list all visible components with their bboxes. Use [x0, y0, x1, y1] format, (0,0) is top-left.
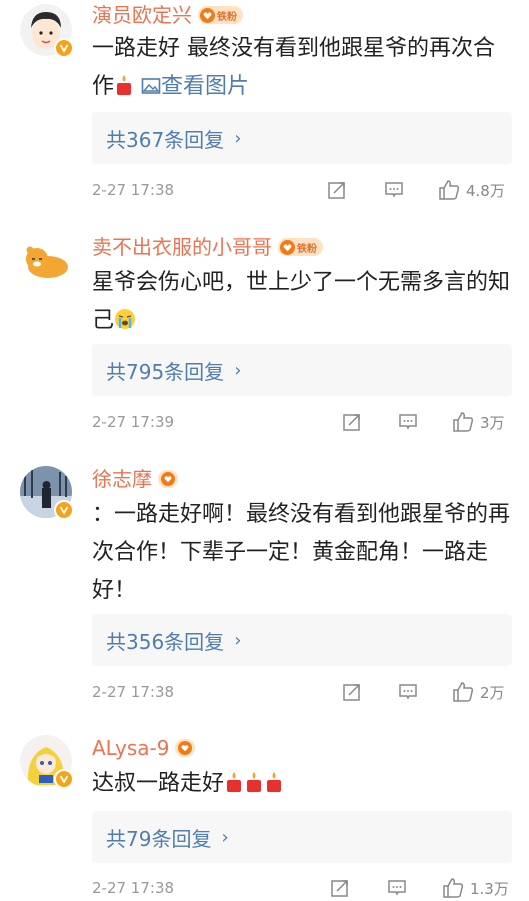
avatar[interactable]: [20, 4, 74, 58]
avatar[interactable]: [20, 234, 72, 286]
like-count: 4.8万: [466, 181, 505, 200]
reply-count-button[interactable]: 共356条回复 ›: [92, 614, 512, 666]
comment-text: 达叔一路走好: [92, 765, 512, 803]
share-button[interactable]: [330, 878, 350, 898]
like-button[interactable]: 1.3万: [442, 877, 509, 899]
fan-badge: [175, 739, 196, 757]
timestamp: 2-27 17:39: [92, 413, 175, 431]
comment-item: 卖不出衣服的小哥哥 铁粉 星爷会伤心吧，世上少了一个无需多言的知己 共795条回…: [0, 232, 529, 447]
candle-emoji: [224, 768, 244, 792]
chevron-right-icon: ›: [234, 359, 242, 381]
fan-badge: 铁粉: [278, 238, 323, 256]
chevron-right-icon: ›: [234, 629, 242, 651]
comment-button[interactable]: [398, 412, 418, 432]
comment-icon: [399, 684, 417, 700]
thumbs-up-icon: [439, 180, 460, 200]
share-icon: [328, 182, 345, 199]
comment-item: 演员欧定兴 铁粉 一路走好 最终没有看到他跟星爷的再次合作 查看图片 共367条…: [0, 0, 529, 215]
timestamp: 2-27 17:38: [92, 879, 175, 897]
thumbs-up-icon: [443, 878, 464, 898]
avatar[interactable]: [20, 735, 74, 789]
comment-text: 星爷会伤心吧，世上少了一个无需多言的知己: [92, 270, 511, 333]
username[interactable]: 卖不出衣服的小哥哥: [92, 234, 272, 260]
thumbs-up-icon: [453, 412, 474, 432]
username[interactable]: ALysa-9: [92, 735, 169, 761]
comment-icon: [388, 880, 406, 896]
chevron-right-icon: ›: [221, 826, 229, 848]
share-button[interactable]: [342, 412, 362, 432]
fan-badge: [158, 470, 178, 488]
heart-icon: [280, 239, 295, 255]
timestamp: 2-27 17:38: [92, 181, 175, 199]
like-count: 1.3万: [470, 879, 509, 898]
comment-icon: [399, 414, 417, 430]
thumbs-up-icon: [453, 682, 474, 702]
like-count: 3万: [480, 413, 505, 432]
avatar[interactable]: [20, 466, 74, 520]
like-count: 2万: [480, 683, 505, 702]
reply-count-button[interactable]: 共367条回复 ›: [92, 112, 512, 164]
comment-icon: [385, 182, 403, 198]
verified-icon: [54, 500, 74, 520]
share-button[interactable]: [342, 682, 362, 702]
heart-icon: [178, 741, 193, 755]
share-icon: [343, 414, 360, 431]
comment-text: ：一路走好啊！最终没有看到他跟星爷的再次合作！下辈子一定！黄金配角！一路走好！: [92, 502, 511, 603]
share-icon: [331, 880, 348, 897]
image-icon: [141, 78, 161, 94]
comment-button[interactable]: [398, 682, 418, 702]
reply-count-button[interactable]: 共795条回复 ›: [92, 344, 512, 396]
candle-emoji: [264, 768, 284, 792]
verified-icon: [54, 769, 74, 789]
comment-button[interactable]: [387, 878, 407, 898]
candle-emoji: [244, 768, 264, 792]
share-icon: [343, 684, 360, 701]
comment-item: ALysa-9 达叔一路走好 共79条回复 › 2-27 17:38 1.3万: [0, 733, 529, 901]
username[interactable]: 演员欧定兴: [92, 2, 192, 28]
share-button[interactable]: [327, 180, 347, 200]
heart-icon: [200, 7, 215, 23]
candle-emoji: [114, 71, 134, 95]
comment-text: 一路走好 最终没有看到他跟星爷的再次合作 查看图片: [92, 36, 495, 99]
like-button[interactable]: 2万: [452, 681, 505, 703]
comment-button[interactable]: [384, 180, 404, 200]
avatar-cartoon-bear: [20, 234, 72, 286]
crying-emoji: [114, 305, 136, 329]
timestamp: 2-27 17:38: [92, 683, 175, 701]
like-button[interactable]: 4.8万: [438, 179, 505, 201]
username[interactable]: 徐志摩: [92, 466, 152, 492]
fan-badge: 铁粉: [198, 6, 243, 24]
comment-item: 徐志摩 ：一路走好啊！最终没有看到他跟星爷的再次合作！下辈子一定！黄金配角！一路…: [0, 464, 529, 714]
heart-icon: [161, 472, 175, 486]
verified-icon: [54, 38, 74, 58]
chevron-right-icon: ›: [234, 127, 242, 149]
reply-count-button[interactable]: 共79条回复 ›: [92, 811, 512, 863]
view-image-link[interactable]: 查看图片: [141, 74, 249, 99]
like-button[interactable]: 3万: [452, 411, 505, 433]
